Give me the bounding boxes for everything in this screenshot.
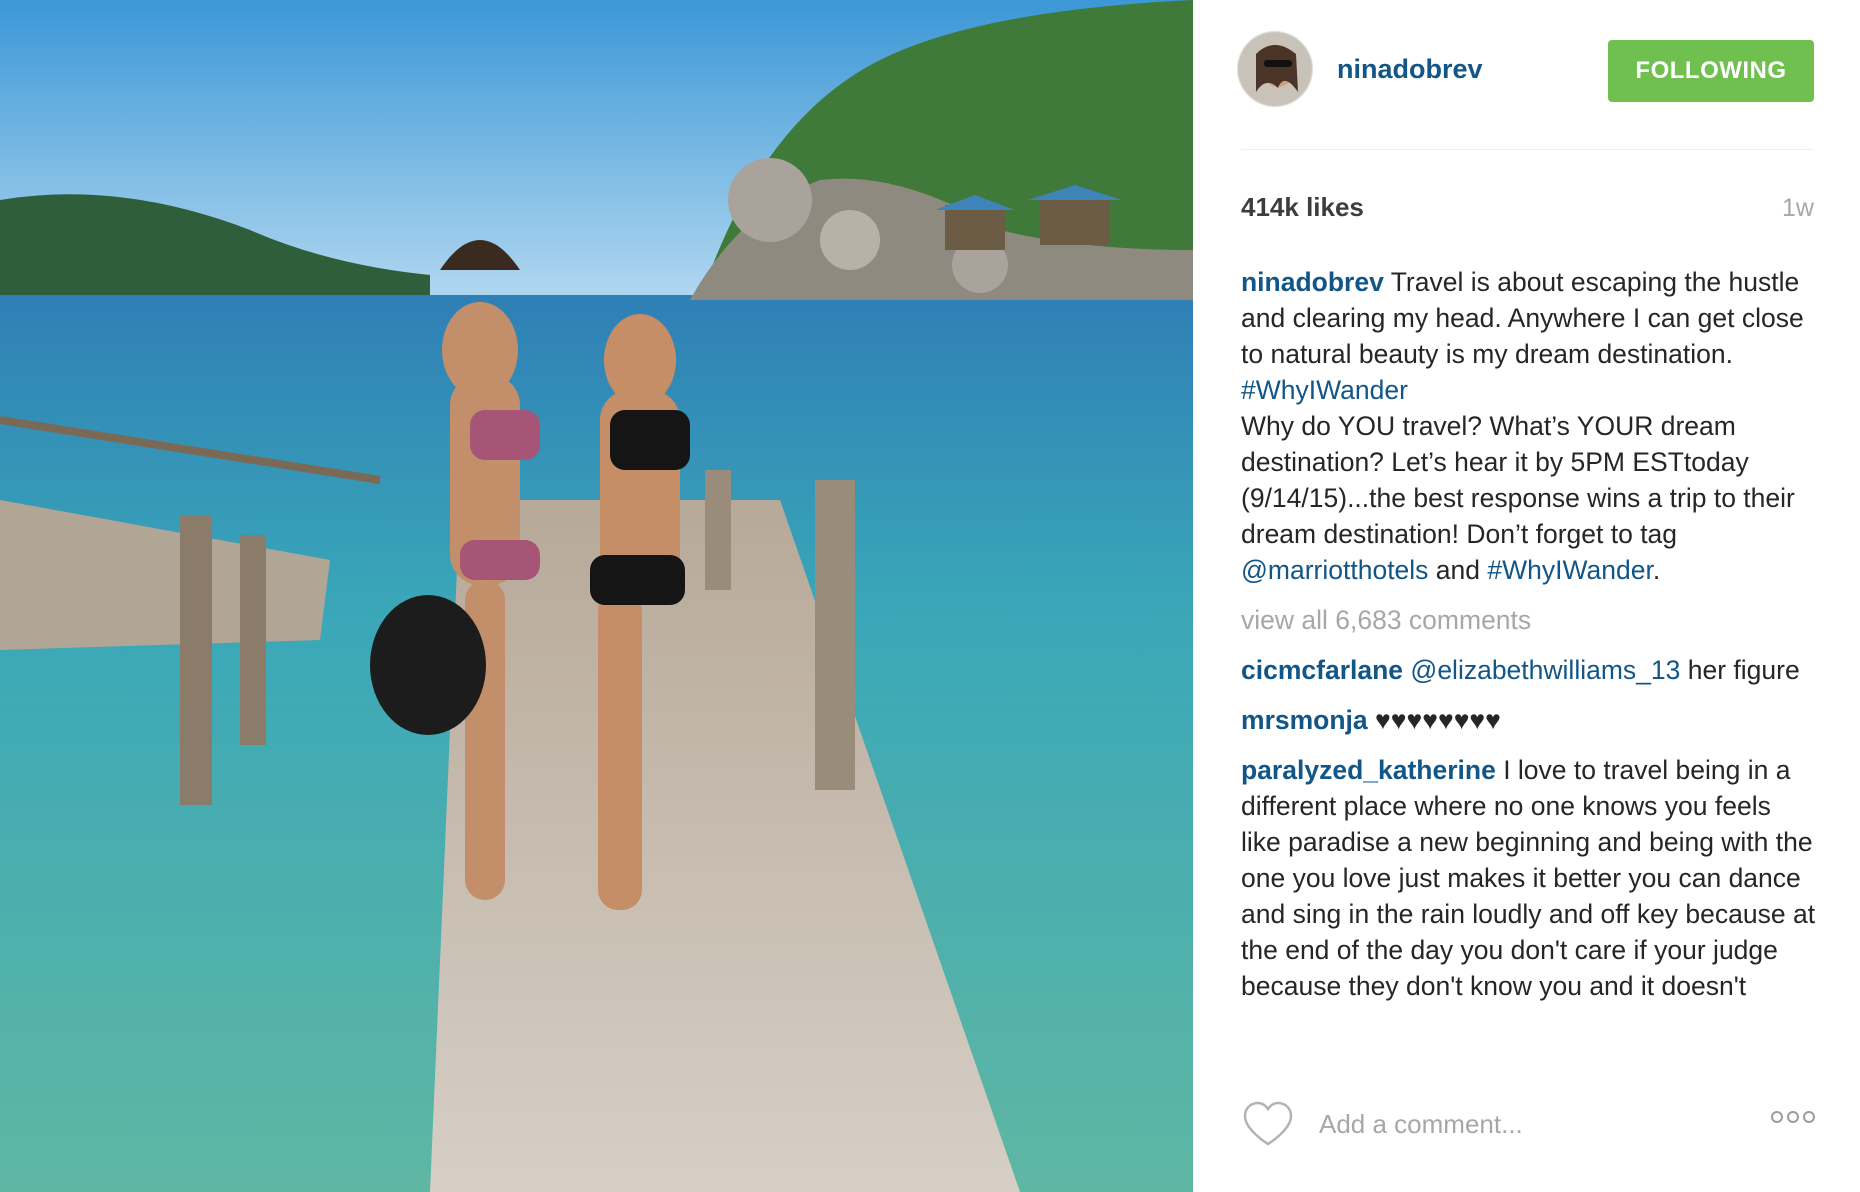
comment-item: paralyzed_katherine I love to travel bei…	[1241, 752, 1816, 1004]
caption-text: Why do YOU travel? What’s YOUR dream des…	[1241, 411, 1795, 549]
caption: ninadobrev Travel is about escaping the …	[1241, 264, 1816, 588]
avatar[interactable]	[1237, 31, 1313, 107]
comment-item: mrsmonja ♥♥♥♥♥♥♥♥	[1241, 702, 1816, 738]
mention-link[interactable]: @elizabethwilliams_13	[1410, 655, 1680, 685]
comment-item: cicmcfarlane @elizabethwilliams_13 her f…	[1241, 652, 1816, 688]
hashtag-link[interactable]: #WhyIWander	[1487, 555, 1652, 585]
caption-text: .	[1652, 555, 1661, 585]
post-timestamp[interactable]: 1w	[1782, 194, 1814, 223]
caption-username[interactable]: ninadobrev	[1241, 267, 1384, 297]
following-button[interactable]: FOLLOWING	[1608, 40, 1814, 102]
add-comment-row	[1241, 1100, 1816, 1150]
more-options-icon[interactable]	[1770, 1110, 1816, 1129]
add-comment-input[interactable]	[1319, 1106, 1719, 1142]
comments-section: ninadobrev Travel is about escaping the …	[1241, 264, 1816, 1060]
post-author-username[interactable]: ninadobrev	[1337, 54, 1483, 85]
comment-username[interactable]: mrsmonja	[1241, 705, 1368, 735]
likes-count[interactable]: 414k likes	[1241, 192, 1364, 223]
comment-username[interactable]: cicmcfarlane	[1241, 655, 1403, 685]
heart-icon[interactable]	[1241, 1100, 1295, 1153]
comment-text: her figure	[1680, 655, 1800, 685]
view-all-comments-link[interactable]: view all 6,683 comments	[1241, 602, 1816, 638]
comment-username[interactable]: paralyzed_katherine	[1241, 755, 1496, 785]
comment-text: I love to travel being in a different pl…	[1241, 755, 1816, 1001]
mention-link[interactable]: @marriotthotels	[1241, 555, 1428, 585]
caption-text: and	[1428, 555, 1488, 585]
hashtag-link[interactable]: #WhyIWander	[1241, 375, 1408, 405]
header-divider	[1241, 149, 1814, 150]
post-sidebar: ninadobrev FOLLOWING 414k likes 1w ninad…	[1193, 0, 1860, 1192]
post-photo[interactable]	[0, 0, 1193, 1192]
comment-text: ♥♥♥♥♥♥♥♥	[1367, 705, 1501, 735]
